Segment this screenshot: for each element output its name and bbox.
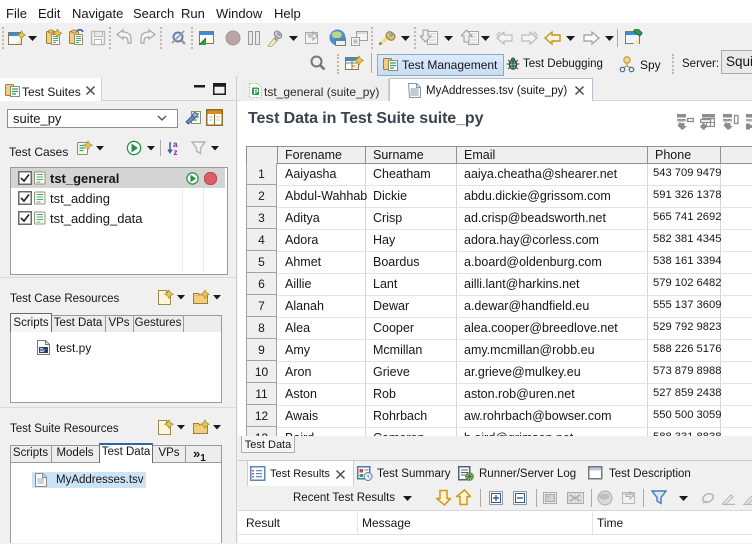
svg-text:P: P: [254, 87, 259, 96]
svg-text:z: z: [174, 148, 178, 156]
